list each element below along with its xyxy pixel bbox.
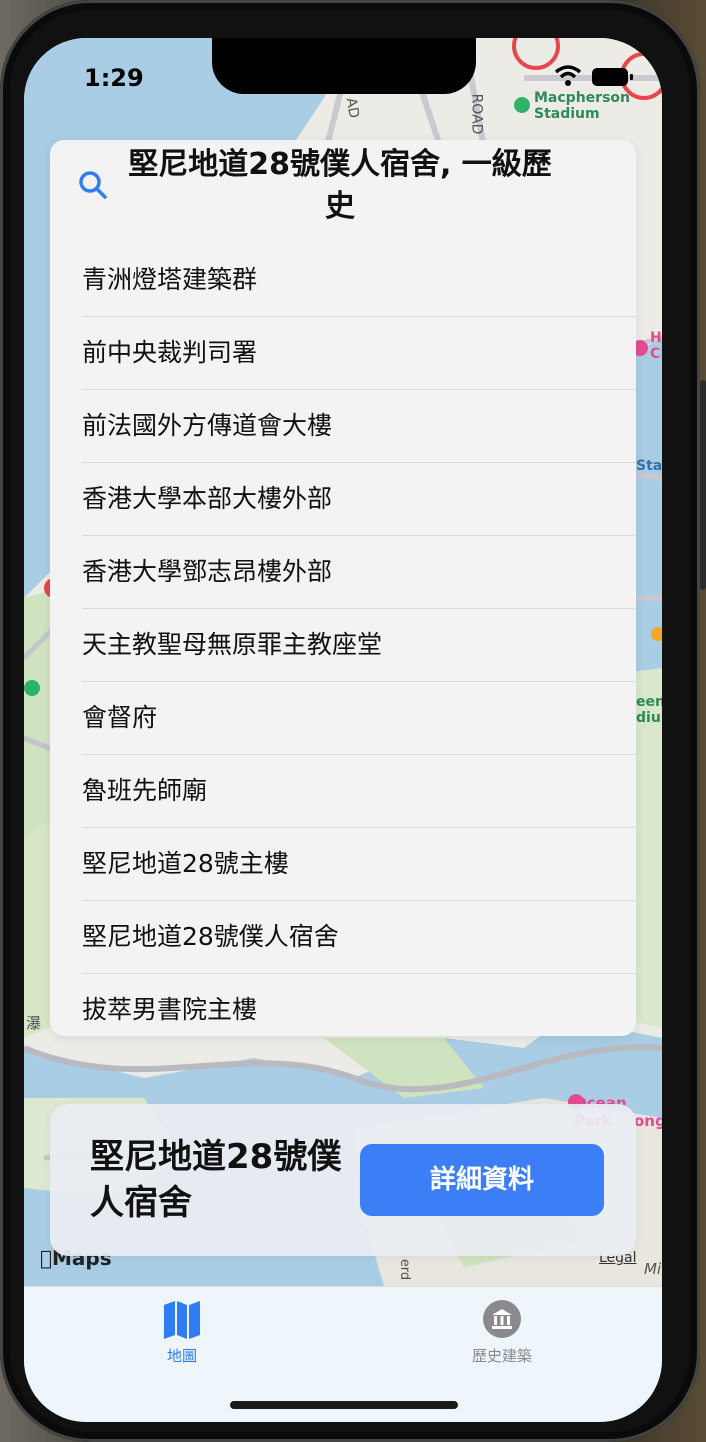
map-label-c: C	[650, 346, 661, 362]
map-label-ong: ong	[634, 1112, 662, 1130]
search-panel: 堅尼地道28號僕人宿舍, 一級歷史 青洲燈塔建築群 前中央裁判司署 前法國外方傳…	[50, 140, 636, 1036]
search-result-item[interactable]: 前法國外方傳道會大樓	[82, 390, 636, 463]
search-result-item[interactable]: 堅尼地道28號僕人宿舍	[82, 901, 636, 974]
search-result-item[interactable]: 拔萃男書院主樓	[82, 974, 636, 1036]
search-input[interactable]: 堅尼地道28號僕人宿舍, 一級歷史	[120, 144, 560, 228]
apple-logo-icon: 	[40, 1246, 52, 1270]
map-label-mi: Mi	[644, 1260, 662, 1278]
selected-place-title: 堅尼地道28號僕人宿舍	[90, 1137, 342, 1223]
screen: Macpherson Stadium AD ROAD H C Sta een d…	[24, 38, 662, 1422]
map-label-h: H	[650, 330, 662, 346]
tab-heritage-label: 歷史建築	[471, 1347, 532, 1365]
map-label-diu: diu	[636, 710, 661, 726]
search-result-item[interactable]: 前中央裁判司署	[82, 317, 636, 390]
home-indicator[interactable]	[230, 1401, 458, 1409]
search-result-item[interactable]: 會督府	[82, 682, 636, 755]
search-result-item[interactable]: 香港大學本部大樓外部	[82, 463, 636, 536]
building-columns-icon	[483, 1300, 521, 1338]
notch	[212, 38, 476, 94]
status-time: 1:29	[84, 64, 144, 92]
details-button[interactable]: 詳細資料	[360, 1144, 604, 1216]
map-label-een: een	[636, 694, 662, 710]
search-result-item[interactable]: 堅尼地道28號主樓	[82, 828, 636, 901]
status-icons	[554, 65, 633, 86]
map-label-erd: erd	[397, 1258, 413, 1281]
tab-bar: 地圖 歷史建築	[24, 1286, 662, 1422]
search-results-list: 青洲燈塔建築群 前中央裁判司署 前法國外方傳道會大樓 香港大學本部大樓外部 香港…	[50, 244, 636, 1036]
map-label-pu: 瀑	[26, 1014, 42, 1032]
map-label-sta: Sta	[636, 458, 662, 474]
wifi-icon	[554, 65, 582, 86]
tab-map[interactable]: 地圖	[112, 1299, 252, 1369]
search-result-item[interactable]: 香港大學鄧志昂樓外部	[82, 536, 636, 609]
tab-heritage[interactable]: 歷史建築	[432, 1299, 572, 1369]
search-result-item[interactable]: 青洲燈塔建築群	[82, 244, 636, 317]
search-result-item[interactable]: 魯班先師廟	[82, 755, 636, 828]
tab-map-label: 地圖	[166, 1347, 197, 1365]
selected-place-card: 堅尼地道28號僕人宿舍 詳細資料	[50, 1104, 636, 1256]
macpherson-stadium-label: Macpherson Stadium	[534, 90, 630, 122]
map-icon	[164, 1301, 200, 1339]
map-label-road: ROAD	[468, 93, 485, 135]
map-label-ad: AD	[342, 96, 362, 120]
side-button	[700, 380, 706, 590]
battery-icon	[592, 68, 633, 86]
search-result-item[interactable]: 天主教聖母無原罪主教座堂	[82, 609, 636, 682]
search-icon	[79, 171, 107, 199]
